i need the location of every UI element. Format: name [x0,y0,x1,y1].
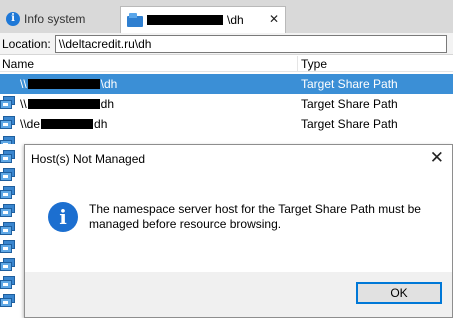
tab-label: Info system [24,11,86,26]
table-row[interactable]: \\de dh Target Share Path [0,114,453,134]
column-header-name[interactable]: Name [2,57,34,71]
share-icon [0,136,18,144]
row-name-suffix: dh [100,97,115,111]
close-tab-icon[interactable]: ✕ [269,12,279,26]
row-type: Target Share Path [301,117,398,131]
redacted-text [27,79,100,89]
share-icon [0,294,18,308]
share-icon [0,116,18,130]
dialog-footer: OK [25,272,452,317]
row-name: \\ \dh [20,77,117,91]
tab-dh[interactable]: \dh ✕ [120,6,286,33]
redacted-text [147,15,223,25]
column-header-row: Name Type [0,56,453,72]
redacted-text [27,99,100,109]
host-not-managed-dialog: Host(s) Not Managed ✕ i The namespace se… [24,144,453,318]
row-name: \\de dh [20,117,107,131]
row-name-suffix: dh [94,117,108,131]
table-row[interactable]: \\ \dh Target Share Path [0,74,453,94]
row-name-suffix: \dh [100,77,118,91]
info-icon: i [6,11,20,26]
location-input[interactable]: \\deltacredit.ru\dh [54,34,447,53]
row-type: Target Share Path [301,97,398,111]
share-icon [0,276,18,290]
information-icon: i [48,202,78,232]
column-divider[interactable] [297,56,298,72]
share-icon [0,96,18,110]
dialog-title: Host(s) Not Managed [31,152,146,166]
close-icon[interactable]: ✕ [430,148,444,168]
row-name-prefix: \\ [20,77,27,91]
row-name-prefix: \\de [20,117,41,131]
row-name: \\ dh [20,97,114,111]
ok-button[interactable]: OK [356,282,442,304]
table-row[interactable] [0,134,453,144]
tab-label: \dh [227,13,244,27]
share-icon [0,150,18,164]
share-icon [0,168,18,182]
dialog-body: i The namespace server host for the Targ… [25,172,452,272]
row-type: Target Share Path [301,77,398,91]
location-label: Location: [2,36,51,51]
tab-info-system[interactable]: i Info system [0,6,118,31]
dialog-message: The namespace server host for the Target… [89,202,421,231]
column-header-type[interactable]: Type [301,57,327,71]
share-icon [0,258,18,272]
share-icon [0,240,18,254]
namespace-folder-icon [127,13,143,27]
share-icon [0,186,18,200]
tab-strip: i Info system \dh ✕ [0,0,453,33]
location-bar: Location: \\deltacredit.ru\dh [0,33,453,55]
share-icon [0,204,18,218]
row-name-prefix: \\ [20,97,27,111]
dialog-titlebar[interactable]: Host(s) Not Managed ✕ [25,145,452,172]
share-icon [0,222,18,236]
table-row[interactable]: \\ dh Target Share Path [0,94,453,114]
redacted-text [41,119,94,129]
